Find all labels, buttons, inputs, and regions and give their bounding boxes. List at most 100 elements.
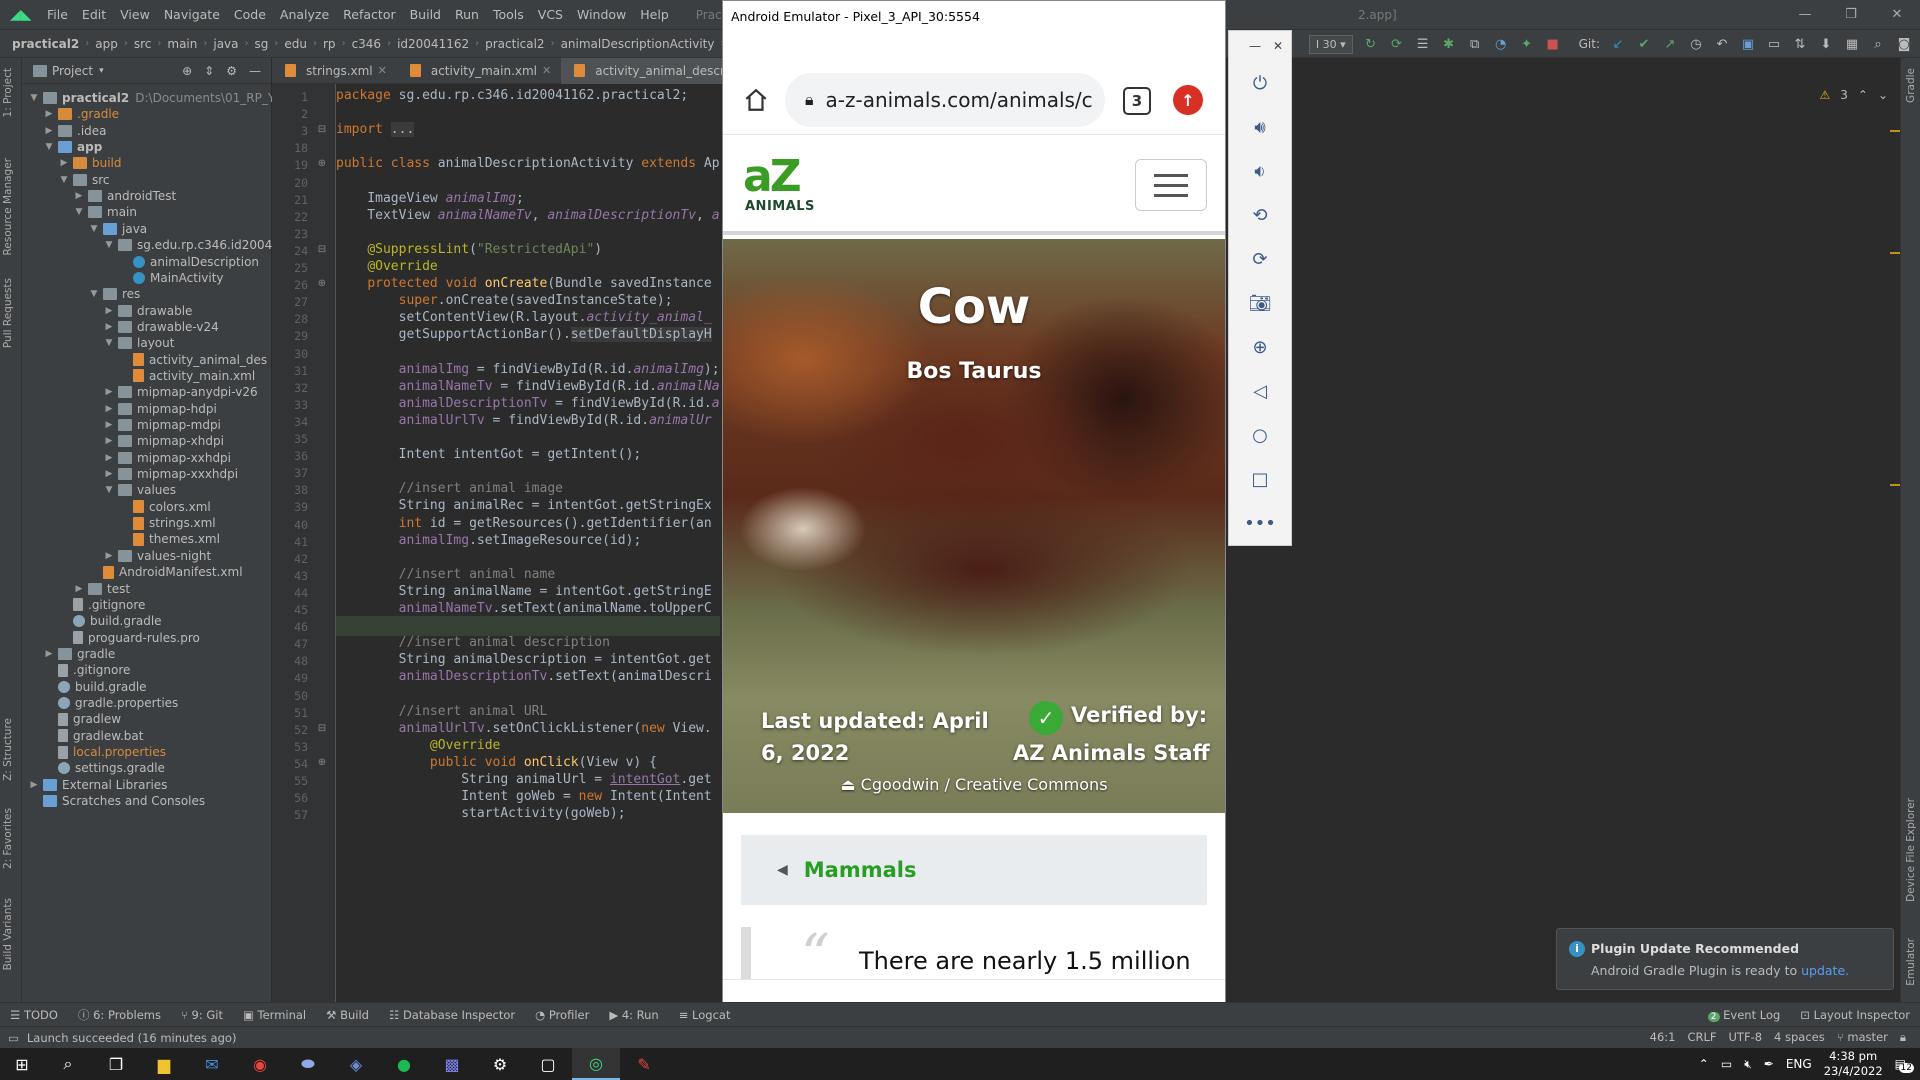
chrome-icon[interactable]: ◉ xyxy=(236,1048,284,1080)
tool-event-log[interactable]: 2 Event Log xyxy=(1698,1008,1791,1022)
tab-emulator[interactable]: Emulator xyxy=(1905,938,1917,986)
tool-profiler[interactable]: ◔ Profiler xyxy=(525,1008,599,1022)
pen-icon[interactable]: ✒ xyxy=(1764,1057,1774,1071)
fold-marker-icon[interactable]: ⊕ xyxy=(316,278,328,289)
category-link[interactable]: Mammals xyxy=(804,858,917,882)
tool-terminal[interactable]: ▣ Terminal xyxy=(233,1008,316,1022)
expand-arrow-icon[interactable]: ▼ xyxy=(58,175,70,185)
tool-todo[interactable]: ☰ TODO xyxy=(0,1008,68,1022)
debug-icon[interactable]: ✱ xyxy=(1441,36,1457,52)
expand-arrow-icon[interactable]: ▶ xyxy=(103,551,115,561)
fold-marker-icon[interactable]: ⊟ xyxy=(316,723,328,734)
expand-arrow-icon[interactable]: ▶ xyxy=(43,126,55,136)
apply-changes-icon[interactable]: ↻ xyxy=(1363,36,1379,52)
tab-strings-xml[interactable]: strings.xml ✕ xyxy=(272,58,397,84)
breadcrumb-item[interactable]: java xyxy=(209,37,242,51)
attach-debugger-icon[interactable]: ⧉ xyxy=(1467,36,1483,52)
breadcrumb-item[interactable]: practical2 xyxy=(481,37,548,51)
gear-icon[interactable]: ⚙ xyxy=(226,64,237,78)
menu-tools[interactable]: Tools xyxy=(486,7,531,22)
tool-build[interactable]: ⚒ Build xyxy=(316,1008,379,1022)
git-branch[interactable]: ⑂ master xyxy=(1837,1030,1888,1045)
home-circle-button[interactable]: ○ xyxy=(1229,413,1291,457)
tab-device-file-explorer[interactable]: Device File Explorer xyxy=(1905,798,1917,902)
maximize-icon[interactable]: ❐ xyxy=(1828,0,1874,30)
breadcrumb-item[interactable]: src xyxy=(130,37,156,51)
tab-activity-main-xml[interactable]: activity_main.xml ✕ xyxy=(397,58,561,84)
power-button[interactable]: ⏻ xyxy=(1229,61,1291,105)
device-manager-icon[interactable]: ▭ xyxy=(1766,36,1782,52)
home-button[interactable] xyxy=(739,83,773,117)
android-studio-icon[interactable]: ◎ xyxy=(572,1048,620,1080)
photo-credit[interactable]: ⏏ Cgoodwin / Creative Commons xyxy=(723,775,1225,794)
line-separator[interactable]: CRLF xyxy=(1687,1030,1716,1045)
avd-manager-icon[interactable]: ▦ xyxy=(1844,36,1860,52)
expand-arrow-icon[interactable]: ▶ xyxy=(103,306,115,316)
warning-stripe[interactable] xyxy=(1890,252,1900,254)
stop-icon[interactable]: ■ xyxy=(1545,36,1561,52)
search-icon[interactable]: ⌕ xyxy=(1870,36,1886,52)
screenshot-button[interactable]: 📷︎ xyxy=(1229,281,1291,325)
teams-icon[interactable]: ▩ xyxy=(428,1048,476,1080)
chevron-up-icon[interactable]: ⌃ xyxy=(1699,1057,1709,1071)
status-message[interactable]: Launch succeeded (16 minutes ago) xyxy=(27,1031,237,1045)
expand-arrow-icon[interactable]: ▶ xyxy=(103,322,115,332)
volume-down-button[interactable]: 🔉︎ xyxy=(1229,149,1291,193)
close-icon[interactable]: ✕ xyxy=(378,64,387,77)
menu-code[interactable]: Code xyxy=(227,7,273,22)
pen-app-icon[interactable]: ✎ xyxy=(620,1048,668,1080)
lock-icon[interactable]: 🔒︎ xyxy=(1900,1030,1906,1045)
tree-item[interactable]: Scratches and Consoles xyxy=(28,791,205,811)
tool-database-inspector[interactable]: ☷ Database Inspector xyxy=(379,1008,525,1022)
tab-build-variants[interactable]: Build Variants xyxy=(2,898,14,970)
tab-pull-requests[interactable]: Pull Requests xyxy=(2,278,14,348)
category-breadcrumb[interactable]: ◀ Mammals xyxy=(741,835,1207,905)
project-structure-icon[interactable]: ▣ xyxy=(1740,36,1756,52)
tab-switcher-button[interactable]: 3 xyxy=(1123,87,1151,115)
menu-button[interactable] xyxy=(1135,159,1207,211)
tab-favorites[interactable]: 2: Favorites xyxy=(2,808,14,869)
caret-position[interactable]: 46:1 xyxy=(1650,1030,1676,1045)
expand-arrow-icon[interactable]: ▶ xyxy=(103,453,115,463)
git-push-icon[interactable]: ↗ xyxy=(1662,36,1678,52)
fold-marker-icon[interactable]: ⊕ xyxy=(316,757,328,768)
expand-arrow-icon[interactable]: ▶ xyxy=(43,109,55,119)
tool-git[interactable]: ⑂ 9: Git xyxy=(171,1008,233,1022)
more-button[interactable]: ••• xyxy=(1229,501,1291,545)
settings-icon[interactable]: ⚙ xyxy=(476,1048,524,1080)
overview-button[interactable]: □ xyxy=(1229,457,1291,501)
expand-arrow-icon[interactable]: ▼ xyxy=(103,240,115,250)
coverage-icon[interactable]: ✦ xyxy=(1519,36,1535,52)
spotify-icon[interactable]: ● xyxy=(380,1048,428,1080)
project-view-selector[interactable]: Project xyxy=(52,64,93,78)
chevron-up-icon[interactable]: ⌃ xyxy=(1858,88,1868,102)
minimize-icon[interactable]: — xyxy=(1249,39,1261,53)
rotate-right-button[interactable]: ⟳ xyxy=(1229,237,1291,281)
breadcrumb-item[interactable]: main xyxy=(163,37,201,51)
update-chrome-button[interactable]: ↑ xyxy=(1173,85,1203,115)
url-bar[interactable]: 🔒︎ a-z-animals.com/animals/c xyxy=(785,73,1105,127)
profile-icon[interactable]: ◔ xyxy=(1493,36,1509,52)
window-icon[interactable]: ▢ xyxy=(524,1048,572,1080)
rotate-left-button[interactable]: ⟲ xyxy=(1229,193,1291,237)
collapse-all-icon[interactable]: ⇕ xyxy=(204,64,214,78)
minimize-icon[interactable]: — xyxy=(1782,0,1828,30)
locate-icon[interactable]: ⊕ xyxy=(182,64,192,78)
expand-arrow-icon[interactable]: ▶ xyxy=(58,158,70,168)
expand-arrow-icon[interactable]: ▼ xyxy=(103,485,115,495)
git-update-icon[interactable]: ↙ xyxy=(1610,36,1626,52)
tool-problems[interactable]: ⓘ 6: Problems xyxy=(68,1007,171,1023)
warning-stripe[interactable] xyxy=(1890,130,1900,132)
user-icon[interactable]: ◙ xyxy=(1896,36,1912,52)
hide-icon[interactable]: — xyxy=(249,64,261,78)
sync-gradle-icon[interactable]: ⇅ xyxy=(1792,36,1808,52)
mail-icon[interactable]: ✉ xyxy=(188,1048,236,1080)
indent-setting[interactable]: 4 spaces xyxy=(1774,1030,1825,1045)
tab-resource-manager[interactable]: Resource Manager xyxy=(2,158,14,256)
chevron-down-icon[interactable]: ▾ xyxy=(99,66,104,76)
menu-vcs[interactable]: VCS xyxy=(531,7,570,22)
breadcrumb-item[interactable]: practical2 xyxy=(8,37,83,51)
expand-arrow-icon[interactable]: ▶ xyxy=(103,469,115,479)
expand-arrow-icon[interactable]: ▼ xyxy=(28,93,40,103)
expand-arrow-icon[interactable]: ▶ xyxy=(103,436,115,446)
